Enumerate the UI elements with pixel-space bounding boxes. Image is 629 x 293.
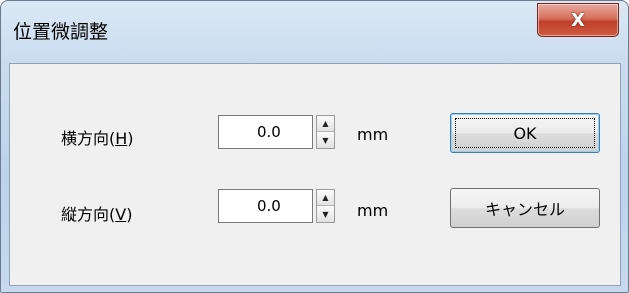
horizontal-mnemonic: H [115, 129, 128, 148]
horizontal-label: 横方向(H) [61, 129, 134, 148]
horizontal-offset-input[interactable] [219, 116, 312, 148]
vertical-offset-input[interactable] [219, 190, 312, 222]
horizontal-unit: mm [357, 125, 389, 144]
dialog-client-area: 横方向(H) ▲ ▼ mm OK 縦方向(V) ▲ ▼ mm キャンセル [9, 63, 621, 286]
close-button[interactable]: X [537, 3, 619, 37]
vertical-unit: mm [357, 201, 389, 220]
vertical-spinner[interactable]: ▲ ▼ [316, 189, 335, 223]
window-title: 位置微調整 [13, 21, 109, 43]
vertical-offset-field[interactable] [218, 189, 313, 223]
horizontal-spinner[interactable]: ▲ ▼ [316, 115, 335, 149]
cancel-button-label: キャンセル [484, 200, 565, 219]
dialog-window: 位置微調整 X 横方向(H) ▲ ▼ mm OK 縦方向(V) ▲ ▼ mm キ… [0, 0, 629, 293]
horizontal-offset-field[interactable] [218, 115, 313, 149]
cancel-button[interactable]: キャンセル [450, 188, 600, 228]
close-icon: X [571, 9, 585, 31]
vertical-mnemonic: V [115, 205, 127, 224]
vertical-label: 縦方向(V) [61, 205, 133, 224]
spin-down-icon[interactable]: ▼ [317, 132, 334, 148]
ok-button-label: OK [513, 123, 537, 143]
spin-up-icon[interactable]: ▲ [317, 116, 334, 132]
spin-up-icon[interactable]: ▲ [317, 190, 334, 206]
spin-down-icon[interactable]: ▼ [317, 206, 334, 222]
ok-button[interactable]: OK [450, 113, 600, 153]
